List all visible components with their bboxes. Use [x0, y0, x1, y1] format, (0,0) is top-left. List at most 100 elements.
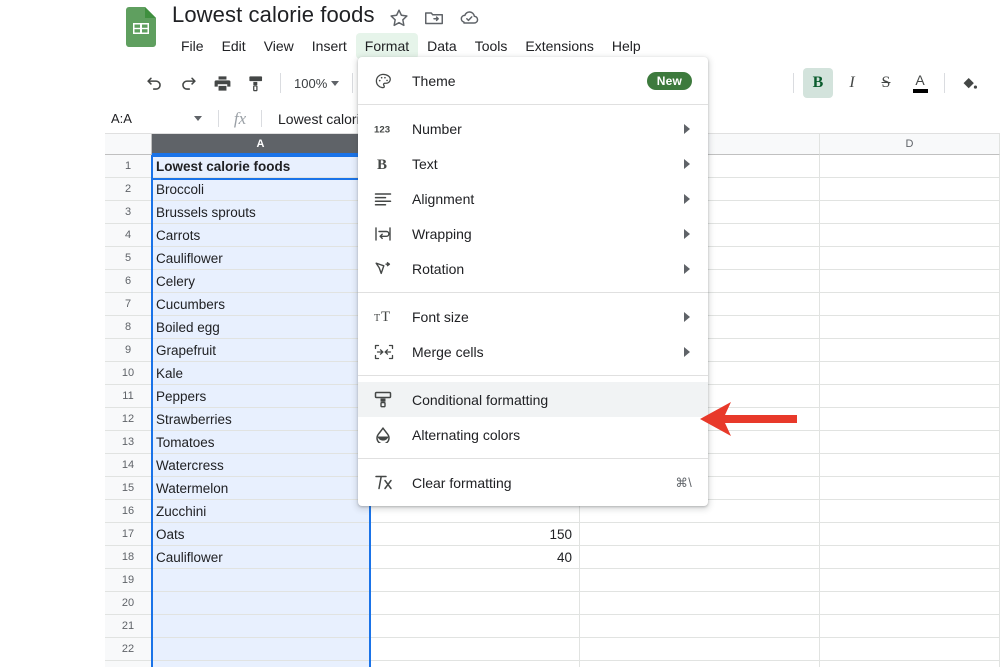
grid-cell[interactable]: Cucumbers — [152, 293, 370, 316]
row-header[interactable]: 6 — [105, 270, 152, 293]
grid-cell[interactable] — [820, 523, 1000, 546]
row-header[interactable]: 1 — [105, 155, 152, 178]
grid-cell[interactable] — [152, 592, 370, 615]
menu-item-theme[interactable]: Theme New — [358, 63, 708, 98]
paint-format-icon[interactable] — [241, 68, 271, 98]
row-header[interactable]: 20 — [105, 592, 152, 615]
menu-help[interactable]: Help — [603, 33, 650, 59]
name-box[interactable]: A:A — [105, 111, 210, 126]
grid-cell[interactable] — [820, 661, 1000, 667]
row-header[interactable]: 9 — [105, 339, 152, 362]
row-header[interactable]: 22 — [105, 638, 152, 661]
row-header[interactable]: 13 — [105, 431, 152, 454]
move-to-folder-icon[interactable] — [423, 7, 445, 29]
grid-cell[interactable] — [580, 569, 820, 592]
grid-cell[interactable] — [820, 569, 1000, 592]
grid-cell[interactable] — [370, 592, 580, 615]
grid-cell[interactable] — [820, 201, 1000, 224]
select-all-corner[interactable] — [105, 134, 152, 155]
grid-cell[interactable]: 150 — [370, 523, 580, 546]
menu-format[interactable]: Format — [355, 33, 419, 59]
menu-item-text[interactable]: B Text — [358, 146, 708, 181]
grid-cell[interactable] — [820, 247, 1000, 270]
grid-cell[interactable]: Watermelon — [152, 477, 370, 500]
menu-item-font-size[interactable]: T T Font size — [358, 299, 708, 334]
star-icon[interactable] — [388, 7, 410, 29]
menu-item-merge-cells[interactable]: Merge cells — [358, 334, 708, 369]
grid-cell[interactable] — [820, 615, 1000, 638]
menu-data[interactable]: Data — [418, 33, 466, 59]
menu-item-alignment[interactable]: Alignment — [358, 181, 708, 216]
grid-cell[interactable] — [580, 661, 820, 667]
menu-tools[interactable]: Tools — [466, 33, 517, 59]
row-header[interactable]: 21 — [105, 615, 152, 638]
print-icon[interactable] — [207, 68, 237, 98]
row-header[interactable]: 18 — [105, 546, 152, 569]
grid-cell[interactable] — [820, 385, 1000, 408]
grid-cell[interactable] — [370, 661, 580, 667]
menu-item-clear-formatting[interactable]: Clear formatting ⌘\ — [358, 465, 708, 500]
menu-item-number[interactable]: 123 Number — [358, 111, 708, 146]
grid-cell[interactable] — [370, 615, 580, 638]
row-header[interactable]: 14 — [105, 454, 152, 477]
grid-cell[interactable] — [820, 155, 1000, 178]
row-header[interactable]: 23 — [105, 661, 152, 667]
menu-item-wrapping[interactable]: Wrapping — [358, 216, 708, 251]
row-header[interactable]: 5 — [105, 247, 152, 270]
column-header-d[interactable]: D — [820, 134, 1000, 155]
grid-cell[interactable]: Zucchini — [152, 500, 370, 523]
menu-extensions[interactable]: Extensions — [516, 33, 602, 59]
grid-cell[interactable]: Lowest calorie foods — [152, 155, 370, 178]
grid-cell[interactable]: Grapefruit — [152, 339, 370, 362]
row-header[interactable]: 8 — [105, 316, 152, 339]
row-header[interactable]: 3 — [105, 201, 152, 224]
row-header[interactable]: 15 — [105, 477, 152, 500]
grid-cell[interactable] — [820, 500, 1000, 523]
strikethrough-button[interactable]: S — [871, 68, 901, 98]
grid-cell[interactable] — [820, 408, 1000, 431]
grid-cell[interactable]: Cauliflower — [152, 247, 370, 270]
grid-cell[interactable] — [820, 362, 1000, 385]
undo-icon[interactable] — [139, 68, 169, 98]
grid-cell[interactable] — [580, 638, 820, 661]
menu-view[interactable]: View — [255, 33, 303, 59]
grid-cell[interactable] — [820, 454, 1000, 477]
grid-cell[interactable]: Strawberries — [152, 408, 370, 431]
grid-cell[interactable] — [580, 523, 820, 546]
grid-cell[interactable] — [820, 546, 1000, 569]
grid-cell[interactable] — [580, 546, 820, 569]
grid-cell[interactable] — [820, 316, 1000, 339]
row-header[interactable]: 16 — [105, 500, 152, 523]
grid-cell[interactable] — [820, 339, 1000, 362]
grid-cell[interactable] — [820, 270, 1000, 293]
grid-cell[interactable]: Boiled egg — [152, 316, 370, 339]
row-header[interactable]: 11 — [105, 385, 152, 408]
grid-cell[interactable]: Tomatoes — [152, 431, 370, 454]
grid-cell[interactable]: Watercress — [152, 454, 370, 477]
grid-cell[interactable] — [152, 615, 370, 638]
row-header[interactable]: 4 — [105, 224, 152, 247]
grid-cell[interactable] — [820, 431, 1000, 454]
text-color-button[interactable]: A — [905, 68, 935, 98]
menu-item-conditional-formatting[interactable]: Conditional formatting — [358, 382, 708, 417]
format-dropdown-menu[interactable]: Theme New 123 Number B Text Alignment Wr… — [358, 57, 708, 506]
grid-cell[interactable] — [580, 592, 820, 615]
menu-item-rotation[interactable]: Rotation — [358, 251, 708, 286]
row-header[interactable]: 17 — [105, 523, 152, 546]
menu-item-alternating-colors[interactable]: Alternating colors — [358, 417, 708, 452]
grid-cell[interactable]: Broccoli — [152, 178, 370, 201]
column-header-a[interactable]: A — [152, 134, 370, 155]
grid-cell[interactable] — [152, 661, 370, 667]
grid-cell[interactable]: Cauliflower — [152, 546, 370, 569]
cloud-saved-icon[interactable] — [458, 7, 480, 29]
grid-cell[interactable] — [370, 569, 580, 592]
grid-cell[interactable] — [820, 592, 1000, 615]
row-header[interactable]: 2 — [105, 178, 152, 201]
grid-cell[interactable]: Celery — [152, 270, 370, 293]
grid-cell[interactable] — [152, 638, 370, 661]
row-header[interactable]: 19 — [105, 569, 152, 592]
grid-cell[interactable]: Oats — [152, 523, 370, 546]
grid-cell[interactable]: Kale — [152, 362, 370, 385]
menu-edit[interactable]: Edit — [213, 33, 255, 59]
grid-cell[interactable]: 40 — [370, 546, 580, 569]
